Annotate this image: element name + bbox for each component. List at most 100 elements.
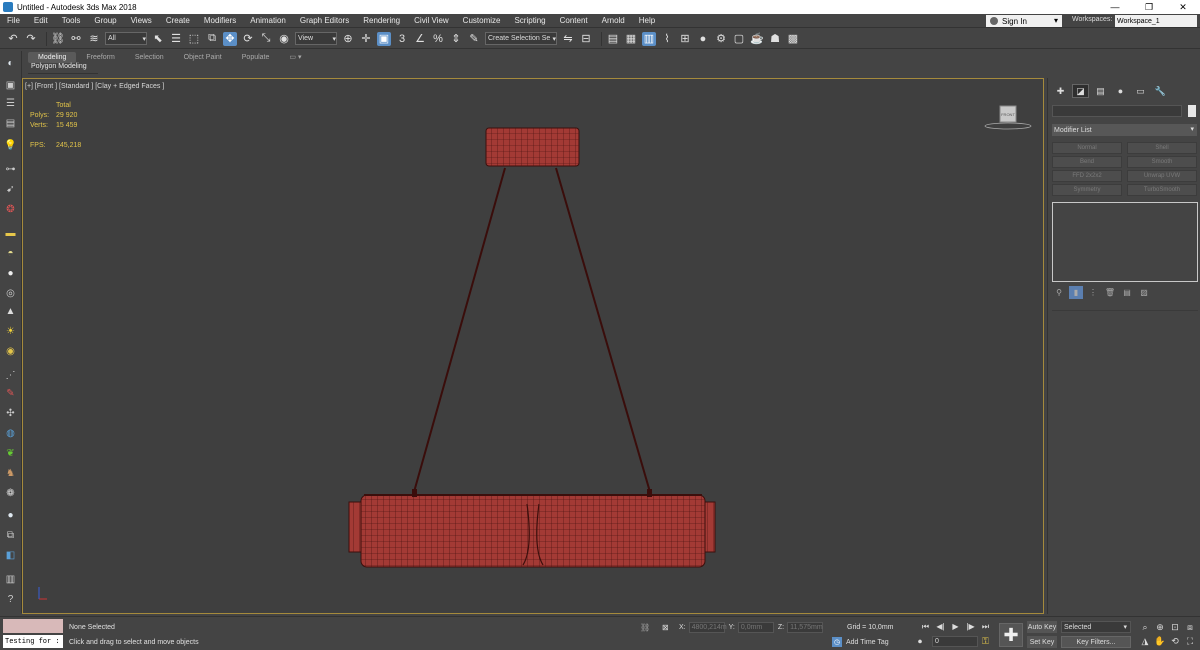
ceiling-canopy[interactable] xyxy=(485,127,580,167)
minimize-button[interactable]: — xyxy=(1098,0,1132,14)
key-mode-icon[interactable]: ⚿ xyxy=(982,636,989,647)
material-tool-icon[interactable]: ❂ xyxy=(3,203,18,216)
schematic-view-icon[interactable]: ⊞ xyxy=(678,32,692,46)
pan-icon[interactable]: ✋ xyxy=(1153,635,1167,647)
play-icon[interactable]: ▶ xyxy=(948,621,963,632)
modify-tab-icon[interactable]: ◪ xyxy=(1072,84,1089,98)
cone-icon[interactable]: ▲ xyxy=(3,305,18,318)
y-coordinate-field[interactable]: 0,0mm xyxy=(737,622,774,633)
angle-snap-icon[interactable]: ∠ xyxy=(413,32,427,46)
select-and-rotate-icon[interactable]: ⟳ xyxy=(241,32,255,46)
make-unique-icon[interactable]: ⋮ xyxy=(1086,286,1100,299)
selection-filter-select[interactable]: All ▾ xyxy=(105,32,147,45)
modifier-list-select[interactable]: Modifier List ▾ xyxy=(1052,124,1197,136)
select-object-icon[interactable]: ⬉ xyxy=(151,32,165,46)
time-config-icon[interactable]: ⏺ xyxy=(918,637,922,647)
set-keys-icon[interactable]: ✚ xyxy=(999,623,1023,647)
sphere-icon[interactable]: ● xyxy=(3,267,18,280)
ribbon-panel-title[interactable]: Polygon Modeling xyxy=(28,63,98,74)
pin-stack-icon[interactable]: ⚲ xyxy=(1052,286,1066,299)
menu-help[interactable]: Help xyxy=(632,16,662,25)
viewport-layout-icon[interactable]: ◐ xyxy=(3,57,18,70)
pattern-icon[interactable]: ⋰ xyxy=(3,369,18,382)
menu-file[interactable]: File xyxy=(0,16,27,25)
front-viewport[interactable]: [+] [Front ] [Standard ] [Clay + Edged F… xyxy=(22,78,1044,614)
key-selection-select[interactable]: Selected ▾ xyxy=(1061,621,1131,633)
selection-lock-icon[interactable]: ⛓ xyxy=(640,623,650,632)
help-icon[interactable]: ? xyxy=(3,593,18,606)
material-editor-icon[interactable]: ● xyxy=(696,32,710,46)
lamp-model[interactable] xyxy=(23,79,1043,613)
close-button[interactable]: ✕ xyxy=(1166,0,1200,14)
reference-coordinate-select[interactable]: View ▾ xyxy=(295,32,337,45)
tab-populate[interactable]: Populate xyxy=(232,52,280,63)
modifier-symmetry-button[interactable]: Symmetry xyxy=(1052,184,1122,196)
mirror-icon[interactable]: ⇋ xyxy=(561,32,575,46)
create-tab-icon[interactable]: ✚ xyxy=(1052,84,1069,98)
rendered-frame-window-icon[interactable]: ▢ xyxy=(732,32,746,46)
maxscript-input[interactable]: Testing for : xyxy=(3,635,63,648)
snaps-toggle-icon[interactable]: 3 xyxy=(395,32,409,46)
window-crossing-icon[interactable]: ⧉ xyxy=(205,32,219,46)
field-of-view-icon[interactable]: ◮ xyxy=(1138,635,1152,647)
tab-object-paint[interactable]: Object Paint xyxy=(174,52,232,63)
go-to-start-icon[interactable]: ⏮ xyxy=(918,621,933,632)
select-by-name-icon[interactable]: ☰ xyxy=(169,32,183,46)
render-activeshade-icon[interactable]: ▩ xyxy=(786,32,800,46)
menu-arnold[interactable]: Arnold xyxy=(595,16,632,25)
maxscript-listener[interactable] xyxy=(3,619,63,633)
pivot-center-icon[interactable]: ⊕ xyxy=(341,32,355,46)
zoom-extents-all-icon[interactable]: ⧈ xyxy=(1183,621,1197,633)
menu-content[interactable]: Content xyxy=(553,16,595,25)
modifier-bend-button[interactable]: Bend xyxy=(1052,156,1122,168)
undo-icon[interactable]: ↶ xyxy=(6,32,20,46)
set-key-button[interactable]: Set Key xyxy=(1027,636,1057,648)
render-production-icon[interactable]: ☕ xyxy=(750,32,764,46)
bind-space-warp-icon[interactable]: ≋ xyxy=(87,32,101,46)
link-icon[interactable]: ⛓ xyxy=(51,32,65,46)
modifier-shell-button[interactable]: Shell xyxy=(1127,142,1197,154)
absolute-mode-icon[interactable]: ⊠ xyxy=(662,623,672,632)
menu-customize[interactable]: Customize xyxy=(456,16,508,25)
render-sphere-icon[interactable]: ● xyxy=(3,509,18,522)
globe-icon[interactable]: ◍ xyxy=(3,427,18,440)
select-and-move-icon[interactable]: ✥ xyxy=(223,31,237,46)
sun-icon[interactable]: ☀ xyxy=(3,325,18,338)
maximize-button[interactable]: ❐ xyxy=(1132,0,1166,14)
key-filters-button[interactable]: Key Filters... xyxy=(1061,636,1131,648)
layer-explorer-icon[interactable]: ▦ xyxy=(624,32,638,46)
render-iterative-icon[interactable]: ☗ xyxy=(768,32,782,46)
modifier-stack[interactable] xyxy=(1052,202,1198,282)
workspace-select[interactable]: Workspace_1 xyxy=(1115,15,1197,27)
object-name-field[interactable] xyxy=(1052,105,1182,117)
render-setup-icon[interactable]: ⚙ xyxy=(714,32,728,46)
horse-icon[interactable]: ♞ xyxy=(3,467,18,480)
go-to-end-icon[interactable]: ⏭ xyxy=(978,621,993,632)
toggle-ribbon-icon[interactable]: ▥ xyxy=(642,31,656,46)
zoom-icon[interactable]: ⌕ xyxy=(1138,621,1152,633)
maximize-viewport-icon[interactable]: ⛶ xyxy=(1183,635,1197,647)
next-frame-icon[interactable]: |▶ xyxy=(963,621,978,632)
modifier-turbosmooth-button[interactable]: TurboSmooth xyxy=(1127,184,1197,196)
curve-editor-icon[interactable]: ⌇ xyxy=(660,32,674,46)
motion-tab-icon[interactable]: ● xyxy=(1112,84,1129,98)
z-coordinate-field[interactable]: 11,575mm xyxy=(787,622,824,633)
percent-snap-icon[interactable]: % xyxy=(431,32,445,46)
menu-views[interactable]: Views xyxy=(124,16,159,25)
tab-freeform[interactable]: Freeform xyxy=(76,52,124,63)
named-selection-set-select[interactable]: Create Selection Se ▾ xyxy=(485,32,557,45)
configure-modifier-sets-icon[interactable]: ▤ xyxy=(1120,286,1134,299)
half-sphere-icon[interactable]: ◓ xyxy=(3,247,18,260)
lamp-shade[interactable] xyxy=(348,489,716,568)
spinner-snap-icon[interactable]: ⇕ xyxy=(449,32,463,46)
utilities-tab-icon[interactable]: 🔧 xyxy=(1152,84,1169,98)
hierarchy-tool-icon[interactable]: ▤ xyxy=(3,117,18,130)
zoom-extents-icon[interactable]: ⊡ xyxy=(1168,621,1182,633)
previous-frame-icon[interactable]: ◀| xyxy=(933,621,948,632)
media-icon[interactable]: ◧ xyxy=(3,549,18,562)
remove-modifier-icon[interactable]: 🗑 xyxy=(1103,286,1117,299)
light-bulb-icon[interactable]: 💡 xyxy=(3,139,18,152)
sign-in-button[interactable]: Sign In ▾ xyxy=(986,15,1062,27)
keyboard-shortcut-override-icon[interactable]: ▣ xyxy=(377,31,391,46)
current-frame-field[interactable]: 0 xyxy=(932,636,978,647)
